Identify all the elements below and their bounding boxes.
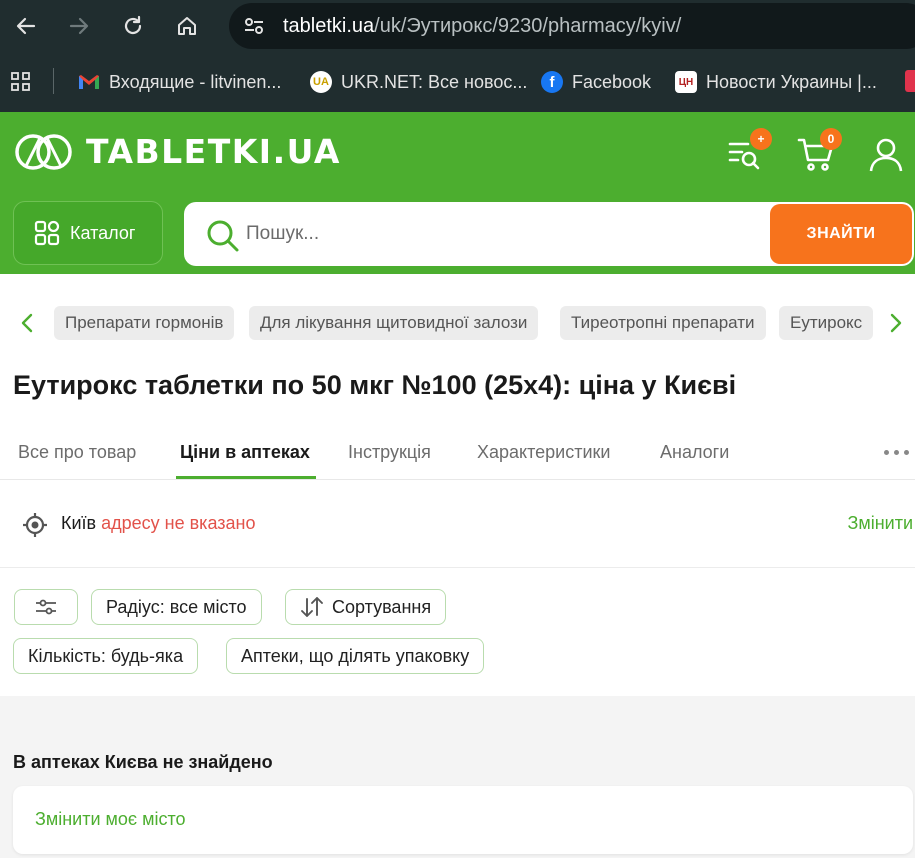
back-arrow-icon bbox=[16, 17, 36, 35]
bookmark-gmail[interactable]: Входящие - litvinen... bbox=[78, 68, 281, 96]
change-location-link[interactable]: Змінити bbox=[847, 513, 913, 534]
no-results-heading: В аптеках Києва не знайдено bbox=[13, 752, 273, 772]
tab-instruction[interactable]: Інструкція bbox=[348, 442, 431, 463]
breadcrumb-item[interactable]: Препарати гормонів bbox=[54, 306, 235, 340]
logo-text: TABLETKI.UA bbox=[86, 132, 341, 171]
bookmark-label: Входящие - litvinen... bbox=[109, 71, 282, 92]
chevron-left-icon bbox=[21, 313, 33, 333]
home-icon bbox=[178, 17, 196, 35]
address-status: адресу не вказано bbox=[101, 513, 256, 533]
search-placeholder: Пошук... bbox=[246, 223, 320, 244]
url-path: /uk/Эутирокс/9230/pharmacy/kyiv/ bbox=[374, 15, 682, 37]
catalog-grid-icon bbox=[34, 220, 60, 246]
ukrnet-icon: UA bbox=[310, 71, 332, 93]
forward-button[interactable] bbox=[63, 10, 95, 42]
bookmark-tsn[interactable]: ЦН Новости Украины |... bbox=[675, 68, 877, 96]
tab-all-about[interactable]: Все про товар bbox=[18, 442, 136, 463]
sort-button[interactable]: Сортування bbox=[285, 589, 447, 625]
breadcrumb-item[interactable]: Еутирокс bbox=[779, 306, 874, 340]
bookmark-ukrnet[interactable]: UA UKR.NET: Все новос... bbox=[310, 68, 527, 96]
sort-arrows-icon bbox=[301, 597, 323, 617]
facebook-icon: f bbox=[541, 71, 563, 93]
tab-characteristics[interactable]: Характеристики bbox=[477, 442, 610, 463]
change-city-card[interactable]: Змінити моє місто bbox=[13, 786, 913, 854]
reload-button[interactable] bbox=[117, 10, 149, 42]
location-target-icon bbox=[23, 513, 47, 537]
apps-grid-icon bbox=[11, 72, 30, 91]
search-input[interactable]: Пошук... ЗНАЙТИ bbox=[184, 202, 914, 266]
sliders-icon bbox=[36, 599, 56, 615]
bookmarks-bar: Входящие - litvinen... UA UKR.NET: Все н… bbox=[0, 52, 915, 112]
bookmark-overflow-icon[interactable] bbox=[905, 70, 915, 92]
bookmark-label: UKR.NET: Все новос... bbox=[341, 71, 528, 92]
list-badge: + bbox=[750, 128, 772, 150]
back-button[interactable] bbox=[10, 10, 42, 42]
bookmark-facebook[interactable]: f Facebook bbox=[541, 68, 651, 96]
bookmark-label: Новости Украины |... bbox=[706, 71, 877, 92]
search-list-button[interactable]: + bbox=[726, 128, 772, 174]
home-button[interactable] bbox=[171, 10, 203, 42]
breadcrumb: Препарати гормонів Для лікування щитовид… bbox=[0, 306, 915, 340]
bookmark-divider bbox=[53, 68, 54, 94]
search-button[interactable]: ЗНАЙТИ bbox=[770, 204, 912, 264]
breadcrumb-prev-button[interactable] bbox=[17, 310, 37, 336]
change-city-link[interactable]: Змінити моє місто bbox=[35, 809, 186, 830]
split-package-filter[interactable]: Аптеки, що ділять упаковку bbox=[226, 638, 485, 674]
browser-toolbar: tabletki.ua/uk/Эутирокс/9230/pharmacy/ky… bbox=[0, 0, 915, 52]
search-icon bbox=[207, 220, 239, 252]
tab-prices[interactable]: Ціни в аптеках bbox=[180, 442, 310, 463]
cart-button[interactable]: 0 bbox=[796, 128, 842, 174]
url-text: tabletki.ua/uk/Эутирокс/9230/pharmacy/ky… bbox=[283, 15, 681, 38]
filter-settings-button[interactable] bbox=[14, 589, 78, 625]
more-tabs-icon[interactable] bbox=[884, 450, 909, 455]
breadcrumb-item[interactable]: Для лікування щитовидної залози bbox=[249, 306, 539, 340]
breadcrumb-item[interactable]: Тиреотропні препарати bbox=[560, 306, 766, 340]
breadcrumb-next-button[interactable] bbox=[886, 310, 906, 336]
url-host: tabletki.ua bbox=[283, 15, 375, 37]
account-button[interactable] bbox=[866, 134, 906, 174]
location-text: Київ адресу не вказано bbox=[61, 513, 255, 534]
logo-pills-icon bbox=[15, 133, 72, 170]
forward-arrow-icon bbox=[69, 17, 89, 35]
site-logo[interactable]: TABLETKI.UA bbox=[14, 132, 341, 171]
main-content: Препарати гормонів Для лікування щитовид… bbox=[0, 274, 915, 696]
bookmark-label: Facebook bbox=[572, 71, 652, 92]
quantity-filter[interactable]: Кількість: будь-яка bbox=[13, 638, 199, 674]
sort-label: Сортування bbox=[332, 596, 432, 617]
site-info-icon[interactable] bbox=[243, 15, 265, 37]
radius-filter[interactable]: Радіус: все місто bbox=[91, 589, 262, 625]
user-icon bbox=[869, 138, 903, 172]
cart-badge: 0 bbox=[820, 128, 842, 150]
active-tab-indicator bbox=[176, 476, 316, 479]
address-bar[interactable]: tabletki.ua/uk/Эутирокс/9230/pharmacy/ky… bbox=[229, 3, 915, 49]
reload-icon bbox=[124, 15, 142, 35]
chevron-right-icon bbox=[890, 313, 902, 333]
tab-analogs[interactable]: Аналоги bbox=[660, 442, 729, 463]
location-city: Київ bbox=[61, 513, 97, 533]
product-tabs: Все про товар Ціни в аптеках Інструкція … bbox=[0, 434, 915, 480]
location-row: Київ адресу не вказано Змінити bbox=[0, 482, 915, 568]
site-header: TABLETKI.UA + 0 Каталог Пошук... ЗНАЙТИ bbox=[0, 112, 915, 274]
catalog-button[interactable]: Каталог bbox=[13, 201, 163, 265]
catalog-label: Каталог bbox=[70, 222, 136, 243]
page-title: Еутирокс таблетки по 50 мкг №100 (25x4):… bbox=[13, 370, 737, 400]
gmail-icon bbox=[78, 71, 100, 93]
tsn-icon: ЦН bbox=[675, 71, 697, 93]
apps-button[interactable] bbox=[10, 68, 32, 96]
